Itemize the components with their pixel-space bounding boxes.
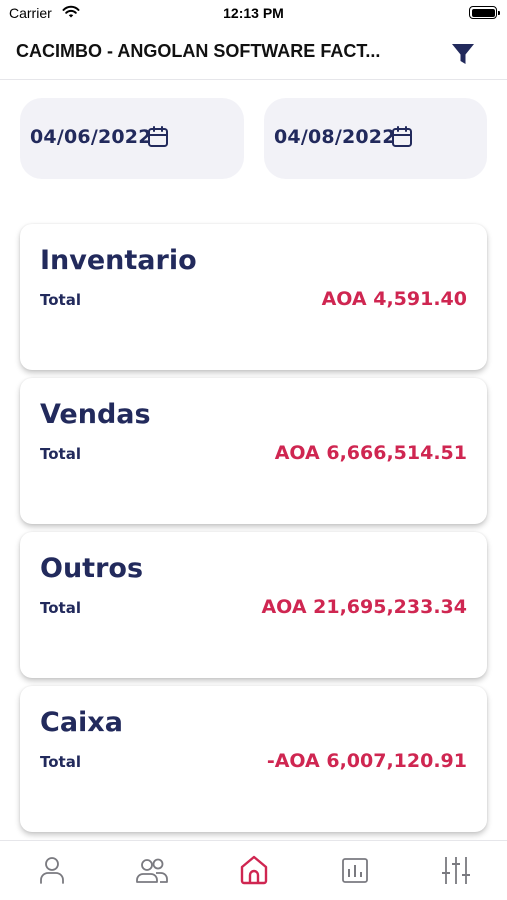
caixa-card[interactable]: Caixa Total -AOA 6,007,120.91 <box>20 686 487 832</box>
card-amount: AOA 6,666,514.51 <box>274 442 467 464</box>
outros-card[interactable]: Outros Total AOA 21,695,233.34 <box>20 532 487 678</box>
tab-reports[interactable] <box>338 853 372 887</box>
app-header: CACIMBO - ANGOLAN SOFTWARE FACT... <box>0 28 507 80</box>
card-total-label: Total <box>40 599 81 617</box>
tab-clients[interactable] <box>135 853 169 887</box>
battery-icon <box>469 6 500 19</box>
end-date-value: 04/08/2022 <box>274 126 396 148</box>
start-date-value: 04/06/2022 <box>30 126 152 148</box>
card-total-label: Total <box>40 445 81 463</box>
card-title: Outros <box>40 553 144 584</box>
sliders-icon <box>442 857 470 884</box>
card-amount: -AOA 6,007,120.91 <box>266 750 467 772</box>
card-amount: AOA 21,695,233.34 <box>261 596 467 618</box>
tab-home[interactable] <box>237 853 271 887</box>
card-title: Caixa <box>40 707 123 738</box>
card-title: Vendas <box>40 399 151 430</box>
status-bar: Carrier 12:13 PM <box>0 0 507 28</box>
user-icon <box>40 857 64 884</box>
page-title: CACIMBO - ANGOLAN SOFTWARE FACT... <box>16 41 381 61</box>
card-amount: AOA 4,591.40 <box>321 288 467 310</box>
tab-settings[interactable] <box>439 853 473 887</box>
home-icon <box>240 855 268 885</box>
inventario-card[interactable]: Inventario Total AOA 4,591.40 <box>20 224 487 370</box>
card-total-label: Total <box>40 753 81 771</box>
vendas-card[interactable]: Vendas Total AOA 6,666,514.51 <box>20 378 487 524</box>
card-total-label: Total <box>40 291 81 309</box>
start-date-picker[interactable]: 04/06/2022 <box>20 98 244 179</box>
end-date-picker[interactable]: 04/08/2022 <box>264 98 487 179</box>
calendar-icon <box>148 126 168 147</box>
filter-icon[interactable] <box>449 40 477 68</box>
card-title: Inventario <box>40 245 197 276</box>
calendar-icon <box>392 126 412 147</box>
chart-icon <box>342 858 368 883</box>
clock: 12:13 PM <box>223 5 284 21</box>
tab-profile[interactable] <box>35 853 69 887</box>
tab-bar <box>0 840 507 900</box>
users-icon <box>136 858 168 883</box>
